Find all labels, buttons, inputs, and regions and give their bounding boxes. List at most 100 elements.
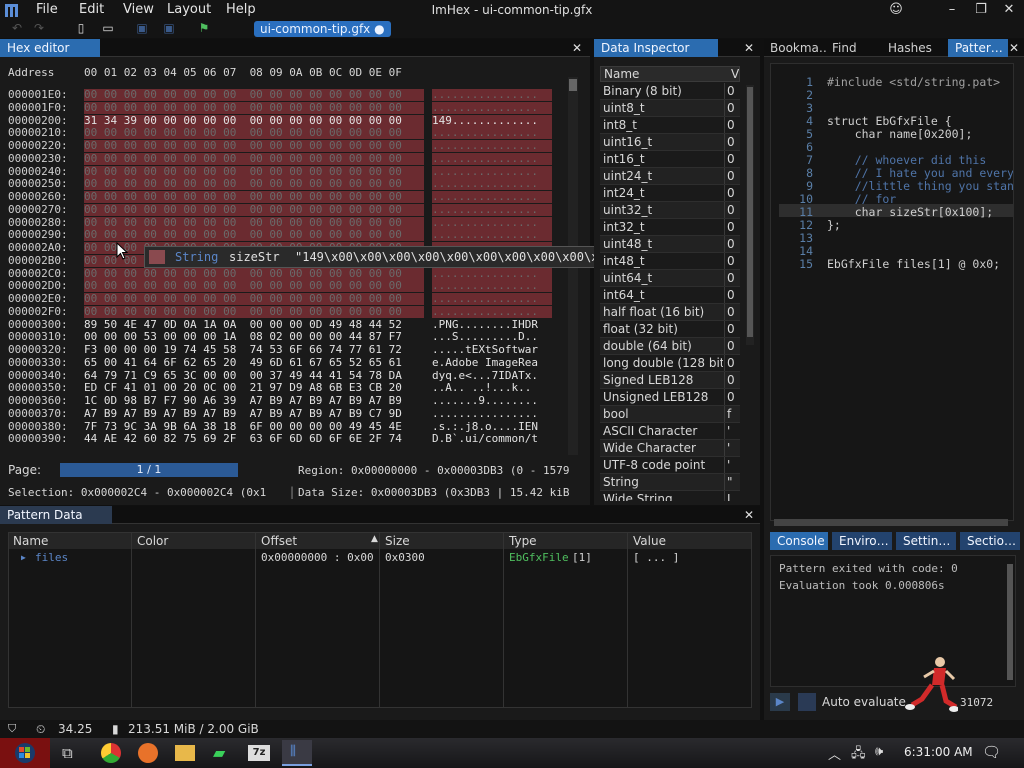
hex-bytes[interactable]: 7F 73 9C 3A 9B 6A 38 18 6F 00 00 00 00 4… [84, 420, 424, 433]
hex-row[interactable]: 00000370: A7 B9 A7 B9 A7 B9 A7 B9 A7 B9 A… [8, 407, 538, 420]
hex-bytes[interactable]: 00 00 00 00 00 00 00 00 00 00 00 00 00 0… [84, 203, 424, 216]
inspector-row[interactable]: String " [600, 474, 740, 491]
hex-ascii[interactable]: ..A.. ..!...k.. [432, 382, 552, 394]
page-slider[interactable]: 1 / 1 [60, 463, 238, 477]
hex-ascii[interactable]: ................ [432, 127, 552, 140]
hex-row[interactable]: 000001F0: 00 00 00 00 00 00 00 00 00 00 0… [8, 101, 552, 114]
hex-bytes[interactable]: 00 00 00 53 00 00 00 1A 08 02 00 00 00 4… [84, 331, 424, 343]
network-icon[interactable]: 🖧 [851, 744, 866, 766]
new-file-icon[interactable]: ▯ [72, 21, 90, 35]
hex-ascii[interactable]: e.Adobe ImageRea [432, 356, 552, 369]
col-value[interactable]: Value [633, 533, 666, 549]
tab-console[interactable]: Console [770, 532, 828, 550]
code-line[interactable]: 15 EbGfxFile files[1] @ 0x0; [779, 258, 1000, 271]
hex-row[interactable]: 00000240: 00 00 00 00 00 00 00 00 00 00 0… [8, 165, 552, 178]
smiley-icon[interactable]: ☺ [885, 2, 907, 17]
hex-row[interactable]: 000002B0:00 00 00 00 00 00 00 00 00 00 0… [8, 254, 552, 267]
hex-bytes[interactable]: 00 00 00 00 00 00 00 00 00 00 00 00 00 0… [84, 89, 424, 101]
inspector-row[interactable]: UTF-8 code point ' [600, 457, 740, 474]
run-pattern-button[interactable]: ▶ [770, 693, 790, 711]
hex-ascii[interactable]: ................ [432, 229, 552, 242]
taskbar-clock[interactable]: 6:31:00 AM [904, 745, 973, 759]
inspector-row[interactable]: int8_t 0 [600, 117, 740, 134]
hex-row[interactable]: 000002A0:00 00 00 00 00 00 00 00 00 00 0… [8, 242, 552, 254]
hex-row[interactable]: 000002F0: 00 00 00 00 00 00 00 00 00 00 0… [8, 305, 552, 318]
hex-ascii[interactable]: ................ [432, 191, 552, 203]
imhex-taskbar-button[interactable]: ⫼ [282, 740, 312, 766]
inspector-row[interactable]: half float (16 bit) 0 [600, 304, 740, 321]
hex-bytes[interactable]: 00 00 00 00 00 00 00 00 00 00 00 00 00 0… [84, 267, 424, 280]
hex-ascii[interactable]: ................ [432, 267, 552, 280]
hex-ascii[interactable]: ...S.........D.. [432, 331, 552, 343]
tab-environment[interactable]: Enviro… [832, 532, 892, 550]
hex-ascii[interactable]: ................ [432, 165, 552, 178]
inspector-row[interactable]: int32_t 0 [600, 219, 740, 236]
inspector-row[interactable]: Binary (8 bit) 0 [600, 83, 740, 100]
tab-hex-editor[interactable]: Hex editor [0, 39, 100, 57]
inspector-row[interactable]: Wide Character ' [600, 440, 740, 457]
hex-ascii[interactable]: .....tEXtSoftwar [432, 344, 552, 356]
close-icon[interactable]: ✕ [1009, 41, 1019, 55]
hex-bytes[interactable]: 00 00 00 00 00 00 00 00 00 00 00 00 00 0… [84, 191, 424, 203]
hex-ascii[interactable]: ................ [432, 216, 552, 229]
code-line[interactable]: 2 [779, 89, 827, 102]
code-line[interactable]: 9 //little thing you stand [779, 180, 1013, 193]
shield-icon[interactable]: ⛉ [8, 720, 16, 738]
hex-row[interactable]: 000002E0: 00 00 00 00 00 00 00 00 00 00 0… [8, 293, 552, 305]
hex-row[interactable]: 00000200: 31 34 39 00 00 00 00 00 00 00 0… [8, 114, 552, 127]
hex-ascii[interactable]: .s.:.j8.o....IEN [432, 420, 552, 433]
open-folder-icon[interactable]: ▭ [99, 21, 117, 35]
code-line[interactable]: 6 [779, 141, 827, 154]
inspector-row[interactable]: int48_t 0 [600, 253, 740, 270]
hex-row[interactable]: 00000280: 00 00 00 00 00 00 00 00 00 00 0… [8, 216, 552, 229]
hex-bytes[interactable]: 00 00 00 00 00 00 00 00 00 00 00 00 00 0… [84, 165, 424, 178]
inspector-row[interactable]: double (64 bit) 0 [600, 338, 740, 355]
hex-ascii[interactable]: ................ [432, 305, 552, 318]
minimize-button[interactable]: – [941, 2, 963, 17]
hex-ascii[interactable]: D.B`.ui/common/t [432, 433, 552, 445]
col-name[interactable]: Name [13, 533, 48, 549]
hex-bytes[interactable]: 00 00 00 00 00 00 00 00 00 00 00 00 00 0… [84, 305, 424, 318]
hex-bytes[interactable]: 00 00 00 00 00 00 00 00 00 00 00 00 00 0… [84, 178, 424, 191]
inspector-row[interactable]: uint24_t 0 [600, 168, 740, 185]
hex-bytes[interactable]: 00 00 00 00 00 00 00 00 00 00 00 00 00 0… [84, 101, 424, 114]
hex-ascii[interactable]: ................ [432, 203, 552, 216]
hex-bytes[interactable]: 00 00 00 00 00 00 00 00 00 00 00 00 00 0… [84, 127, 424, 140]
hex-ascii[interactable]: ................ [432, 407, 552, 420]
chrome-icon[interactable] [101, 743, 121, 763]
close-icon[interactable]: ✕ [744, 508, 754, 522]
hex-row[interactable]: 00000210: 00 00 00 00 00 00 00 00 00 00 0… [8, 127, 552, 140]
col-type[interactable]: Type [509, 533, 537, 549]
hex-row[interactable]: 00000390: 44 AE 42 60 82 75 69 2F 63 6F 6… [8, 433, 538, 445]
inspector-row[interactable]: long double (128 bit) 0 [600, 355, 740, 372]
hex-bytes[interactable]: 44 AE 42 60 82 75 69 2F 63 6F 6D 6D 6F 6… [84, 433, 424, 445]
hex-bytes[interactable]: 00 00 00 00 00 00 00 00 00 00 00 00 00 0… [84, 152, 424, 165]
app-icon[interactable]: ▰ [213, 743, 225, 762]
hex-row[interactable]: 00000230: 00 00 00 00 00 00 00 00 00 00 0… [8, 152, 552, 165]
expand-arrow-icon[interactable]: ▶ [21, 550, 26, 566]
hex-row[interactable]: 00000340: 64 79 71 C9 65 3C 00 00 00 37 4… [8, 369, 538, 382]
redo-icon[interactable]: ↷ [30, 21, 48, 35]
hex-bytes[interactable]: ED CF 41 01 00 20 0C 00 21 97 D9 A8 6B E… [84, 382, 424, 394]
hex-row[interactable]: 000002D0: 00 00 00 00 00 00 00 00 00 00 0… [8, 280, 552, 293]
tab-settings[interactable]: Settin… [896, 532, 956, 550]
task-view-icon[interactable]: ⧉ [62, 744, 73, 762]
inspector-row[interactable]: uint64_t 0 [600, 270, 740, 287]
hex-ascii[interactable]: ................ [432, 152, 552, 165]
save-icon[interactable]: ▣ [133, 21, 151, 35]
col-size[interactable]: Size [385, 533, 410, 549]
hex-bytes[interactable]: 00 00 00 00 00 00 00 00 00 00 00 00 00 0… [84, 216, 424, 229]
col-color[interactable]: Color [137, 533, 168, 549]
hex-ascii[interactable]: ................ [432, 101, 552, 114]
tab-find[interactable]: Find [826, 39, 880, 57]
hex-row[interactable]: 00000360: 1C 0D 98 B7 F7 90 A6 39 A7 B9 A… [8, 395, 538, 407]
firefox-icon[interactable] [138, 743, 158, 763]
hex-ascii[interactable]: ................ [432, 140, 552, 152]
inspector-row[interactable]: Signed LEB128 0 [600, 372, 740, 389]
hex-row[interactable]: 00000310: 00 00 00 53 00 00 00 1A 08 02 0… [8, 331, 538, 343]
start-button[interactable] [0, 738, 50, 768]
hex-row[interactable]: 000001E0: 00 00 00 00 00 00 00 00 00 00 0… [8, 89, 552, 101]
close-window-button[interactable]: ✕ [998, 2, 1020, 17]
hex-bytes[interactable]: 65 00 41 64 6F 62 65 20 49 6D 61 67 65 5… [84, 356, 424, 369]
hex-bytes[interactable]: 00 00 00 00 00 00 00 00 00 00 00 00 00 0… [84, 229, 424, 242]
